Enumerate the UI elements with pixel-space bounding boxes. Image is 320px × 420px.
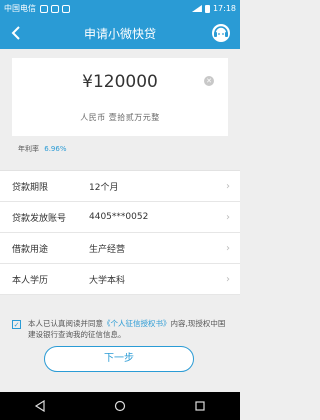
form-row-purpose[interactable]: 借款用途 生产经营 › xyxy=(0,233,240,264)
agreement-text-before: 本人已认真阅读并同意 xyxy=(28,319,103,328)
battery-icon xyxy=(204,4,210,13)
form-row-value: 4405***0052 xyxy=(89,212,149,222)
notification-icon xyxy=(51,4,59,13)
status-bar: 中国电信 17:18 xyxy=(0,0,240,17)
agree-checkbox[interactable]: ✓ xyxy=(12,320,21,329)
carrier-name: 中国电信 xyxy=(4,4,36,13)
notification-icons xyxy=(40,4,70,13)
amount-in-words: 人民币 壹拾贰万元整 xyxy=(80,113,160,122)
form-row-label: 借款用途 xyxy=(12,244,49,255)
amount-card: ¥120000 ✕ 人民币 壹拾贰万元整 xyxy=(12,58,228,136)
notification-icon xyxy=(62,4,70,13)
system-nav-bar xyxy=(0,392,240,420)
form-row-account[interactable]: 贷款发放账号 4405***0052 › xyxy=(0,202,240,233)
nav-back-icon[interactable] xyxy=(33,399,47,413)
chevron-right-icon: › xyxy=(226,211,230,223)
nav-recents-icon[interactable] xyxy=(193,399,207,413)
rate-label: 年利率 xyxy=(18,145,39,153)
form-row-value: 大学本科 xyxy=(89,275,126,286)
notification-icon xyxy=(40,4,48,13)
credit-authorization-link[interactable]: 《个人征信授权书》 xyxy=(103,319,171,328)
rate-value: 6.96% xyxy=(44,145,67,153)
chevron-right-icon: › xyxy=(226,180,230,192)
agreement-text: 本人已认真阅读并同意《个人征信授权书》内容,现授权中国建设银行查询我的征信信息。 xyxy=(28,318,228,340)
status-time: 17:18 xyxy=(212,4,236,13)
customer-service-icon[interactable] xyxy=(210,22,232,44)
form-row-value: 12个月 xyxy=(89,182,119,193)
form-row-education[interactable]: 本人学历 大学本科 › xyxy=(0,264,240,295)
chevron-right-icon: › xyxy=(226,242,230,254)
chevron-right-icon: › xyxy=(226,273,230,285)
clear-icon[interactable]: ✕ xyxy=(204,76,214,86)
form-row-label: 贷款期限 xyxy=(12,182,49,193)
loan-form: 贷款期限 12个月 › 贷款发放账号 4405***0052 › 借款用途 生产… xyxy=(0,170,240,295)
signal-icon xyxy=(191,5,202,12)
form-row-term[interactable]: 贷款期限 12个月 › xyxy=(0,171,240,202)
nav-home-icon[interactable] xyxy=(113,399,127,413)
loan-amount-input[interactable]: ¥120000 xyxy=(12,72,228,92)
form-row-value: 生产经营 xyxy=(89,244,126,255)
title-bar: 申请小微快贷 xyxy=(0,17,240,49)
form-row-label: 贷款发放账号 xyxy=(12,213,67,224)
next-button[interactable]: 下一步 xyxy=(44,346,194,372)
form-row-label: 本人学历 xyxy=(12,275,49,286)
interest-rate: 年利率 6.96% xyxy=(18,144,66,154)
status-right: 17:18 xyxy=(191,4,236,13)
page-title: 申请小微快贷 xyxy=(83,27,156,41)
